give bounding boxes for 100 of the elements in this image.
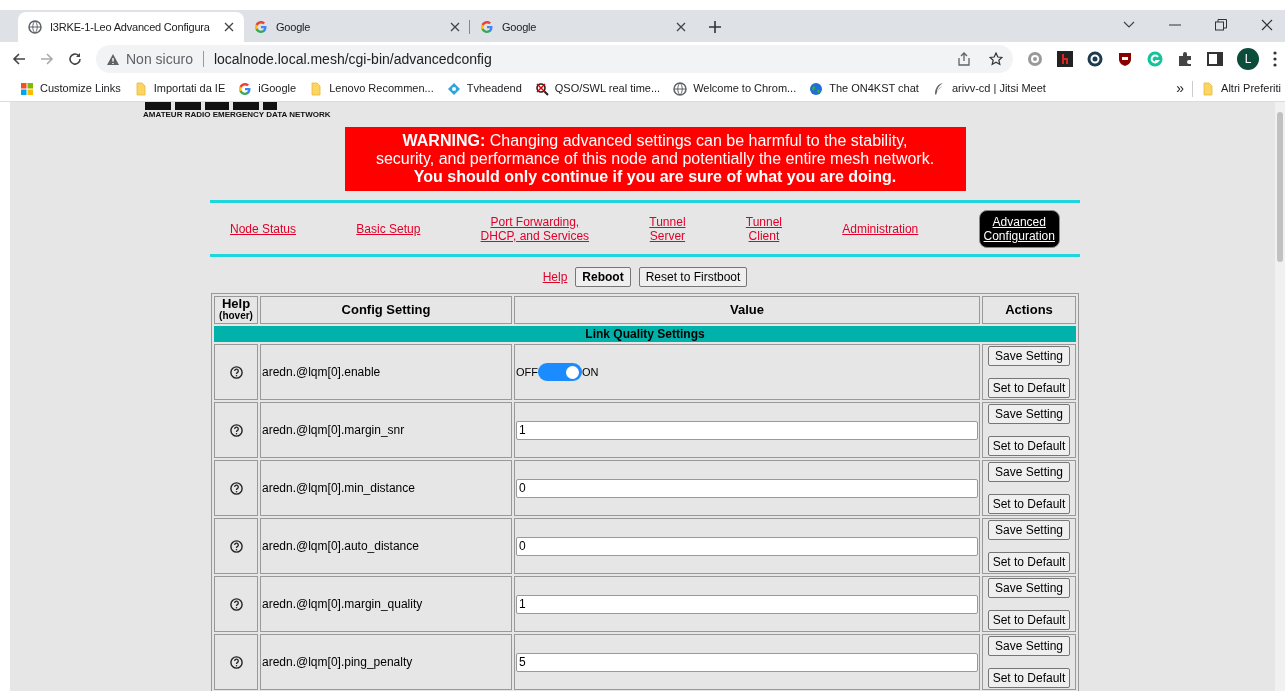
earth-icon <box>809 81 824 96</box>
value-field[interactable]: 0 <box>516 478 978 498</box>
bookmark[interactable]: Importati da IE <box>133 80 226 97</box>
tab-title: Google <box>276 19 312 35</box>
scrollbar-thumb[interactable] <box>1277 112 1283 262</box>
google-icon <box>238 81 253 96</box>
setting-name: aredn.@lqm[0].enable <box>262 365 381 379</box>
magnifier-icon <box>534 81 549 96</box>
column-header: Help <box>221 298 251 310</box>
puzzle-icon[interactable] <box>1177 51 1193 67</box>
set-default-button[interactable]: Set to Default <box>987 436 1071 456</box>
reload-icon[interactable] <box>68 52 82 66</box>
close-icon[interactable] <box>224 22 234 32</box>
bookmark[interactable]: Customize Links <box>20 80 121 97</box>
toggle-label: ON <box>582 364 599 380</box>
close-icon[interactable] <box>450 22 460 32</box>
value-field[interactable]: 5 <box>516 652 978 672</box>
close-icon[interactable] <box>676 22 686 32</box>
more-bookmarks-button[interactable]: » <box>1176 78 1185 99</box>
close-icon[interactable] <box>1261 19 1273 31</box>
toolbar-button[interactable]: Reboot <box>575 267 631 287</box>
folder-icon <box>133 81 148 96</box>
setting-name: aredn.@lqm[0].margin_snr <box>262 423 405 437</box>
shield-icon[interactable] <box>1117 51 1133 67</box>
share-icon[interactable] <box>957 52 971 66</box>
bookmark[interactable]: Welcome to Chrom... <box>673 80 797 97</box>
nav-link[interactable]: Tunnel Client <box>745 214 783 243</box>
diamond-icon <box>446 81 461 96</box>
help-icon[interactable] <box>229 540 243 554</box>
help-icon[interactable] <box>229 656 243 670</box>
setting-name: aredn.@lqm[0].margin_quality <box>262 597 423 611</box>
folder-icon <box>1201 81 1216 96</box>
bookmark[interactable]: arivv-cd | Jitsi Meet <box>931 80 1046 97</box>
nav-link[interactable]: Port Forwarding, DHCP, and Services <box>480 214 590 243</box>
help-icon[interactable] <box>229 366 243 380</box>
bookmark[interactable]: Tvheadend <box>446 80 522 97</box>
restore-icon[interactable] <box>1215 19 1227 31</box>
save-setting-button[interactable]: Save Setting <box>987 346 1070 366</box>
help-icon[interactable] <box>229 598 243 612</box>
set-default-button[interactable]: Set to Default <box>987 494 1071 514</box>
extension-icon[interactable] <box>1087 51 1103 67</box>
profile-avatar[interactable]: L <box>1237 48 1259 70</box>
google-icon <box>480 20 494 34</box>
value-field[interactable]: 1 <box>516 420 978 440</box>
globe-icon <box>673 81 688 96</box>
sidebar-icon[interactable] <box>1207 51 1223 67</box>
toggle-switch[interactable] <box>538 363 582 381</box>
save-setting-button[interactable]: Save Setting <box>987 520 1070 540</box>
set-default-button[interactable]: Set to Default <box>987 552 1071 572</box>
bookmark[interactable]: QSO/SWL real time... <box>534 80 661 97</box>
section-header: Link Quality Settings <box>214 326 1076 342</box>
help-icon[interactable] <box>229 482 243 496</box>
toggle-label: OFF <box>516 364 538 380</box>
globe-icon <box>28 20 42 34</box>
url-text: localnode.local.mesh/cgi-bin/advancedconfig <box>213 49 493 69</box>
tab-title: Google <box>502 19 538 35</box>
save-setting-button[interactable]: Save Setting <box>987 636 1070 656</box>
save-setting-button[interactable]: Save Setting <box>987 578 1070 598</box>
set-default-button[interactable]: Set to Default <box>987 378 1071 398</box>
folder-icon <box>309 81 324 96</box>
column-subheader: (hover) <box>219 310 253 322</box>
browser-tab[interactable]: Google <box>244 12 470 42</box>
value-field[interactable]: 1 <box>516 594 978 614</box>
star-icon[interactable] <box>989 52 1003 66</box>
nav-link[interactable]: Tunnel Server <box>649 214 686 243</box>
help-link[interactable]: Help <box>542 268 568 286</box>
setting-name: aredn.@lqm[0].auto_distance <box>262 539 419 553</box>
address-bar[interactable]: Non sicuro localnode.local.mesh/cgi-bin/advancedconfig <box>96 45 1013 73</box>
column-header: Config Setting <box>341 304 431 316</box>
setting-name: aredn.@lqm[0].min_distance <box>262 481 415 495</box>
warning-icon <box>106 52 120 66</box>
security-label: Non sicuro <box>126 49 193 69</box>
nav-link[interactable]: Advanced Configuration <box>978 209 1060 248</box>
new-tab-icon[interactable] <box>708 20 722 34</box>
value-field[interactable]: 0 <box>516 536 978 556</box>
bookmark[interactable]: Lenovo Recommen... <box>309 80 434 97</box>
nav-link[interactable]: Basic Setup <box>356 221 421 236</box>
save-setting-button[interactable]: Save Setting <box>987 404 1070 424</box>
column-header: Value <box>730 304 764 316</box>
bookmark[interactable]: Altri Preferiti <box>1201 80 1281 97</box>
toolbar-button[interactable]: Reset to Firstboot <box>638 267 748 287</box>
google-icon <box>254 20 268 34</box>
column-header: Actions <box>1005 304 1053 316</box>
bookmark[interactable]: The ON4KST chat <box>809 80 919 97</box>
chevron-down-icon[interactable] <box>1123 21 1135 29</box>
tab-title: I3RKE-1-Leo Advanced Configura <box>50 19 211 35</box>
logo-subtitle: AMATEUR RADIO EMERGENCY DATA NETWORK <box>143 111 331 119</box>
browser-tab[interactable]: I3RKE-1-Leo Advanced Configura <box>18 12 244 42</box>
set-default-button[interactable]: Set to Default <box>987 668 1071 688</box>
back-icon[interactable] <box>12 52 26 66</box>
browser-tab[interactable]: Google <box>470 12 696 42</box>
set-default-button[interactable]: Set to Default <box>987 610 1071 630</box>
bookmark[interactable]: iGoogle <box>238 80 297 97</box>
setting-name: aredn.@lqm[0].ping_penalty <box>262 655 413 669</box>
help-icon[interactable] <box>229 424 243 438</box>
warning-message: WARNING: Changing advanced settings can be harmful to the stability, security, and performance of this node and potentially the entire mesh network. You should only continue if you are sure of what you are doing. <box>344 127 966 191</box>
nav-link[interactable]: Node Status <box>230 221 297 236</box>
more-icon[interactable] <box>1273 51 1277 67</box>
save-setting-button[interactable]: Save Setting <box>987 462 1070 482</box>
nav-link[interactable]: Administration <box>842 221 919 236</box>
